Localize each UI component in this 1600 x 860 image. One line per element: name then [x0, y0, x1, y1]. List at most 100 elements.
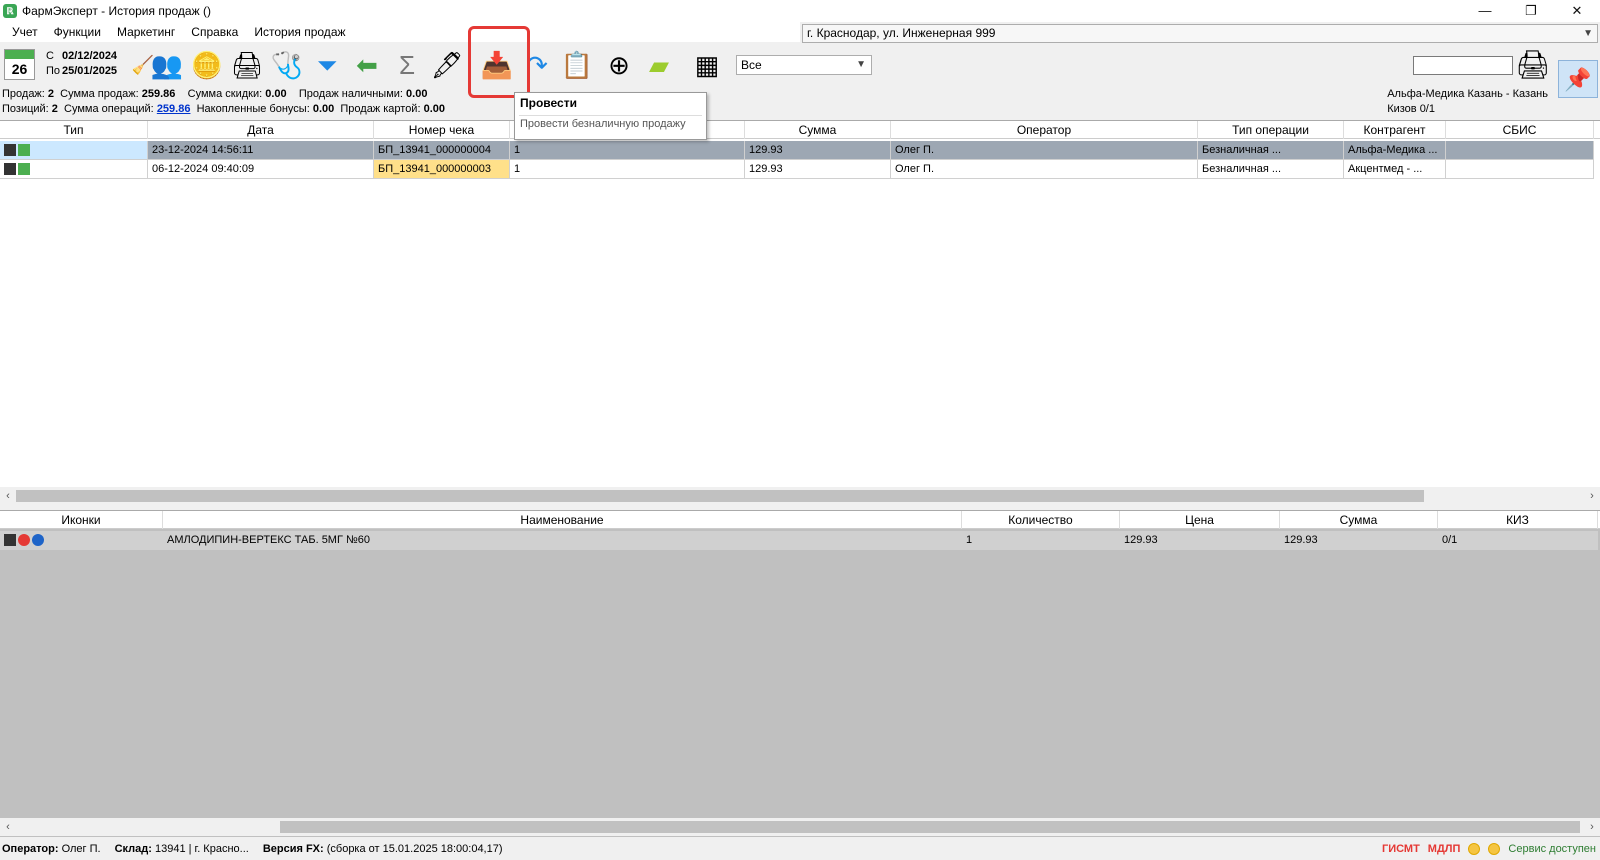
- menu-functions[interactable]: Функции: [46, 25, 109, 39]
- col-sbis[interactable]: СБИС: [1446, 121, 1594, 139]
- qr-code-icon[interactable]: ▦: [690, 48, 724, 82]
- col-receipt[interactable]: Номер чека: [374, 121, 510, 139]
- row-operator: Олег П.: [891, 160, 1198, 179]
- col-operator[interactable]: Оператор: [891, 121, 1198, 139]
- item-kiz: 0/1: [1438, 531, 1598, 550]
- item-sum: 129.93: [1280, 531, 1438, 550]
- calendar-header: [5, 50, 34, 59]
- status-indicator-icon: [1468, 843, 1481, 855]
- add-diagnosis-icon[interactable]: ⊕: [602, 48, 636, 82]
- mode-select[interactable]: Все ▼: [736, 55, 872, 75]
- scroll-right-icon[interactable]: ›: [1584, 818, 1600, 836]
- calendar-button[interactable]: 26: [4, 49, 35, 80]
- minimize-button[interactable]: —: [1462, 0, 1508, 22]
- row-op-type: Безналичная ...: [1198, 160, 1344, 179]
- row-receipt: БП_13941_000000003: [374, 160, 510, 179]
- date-from-label: С: [46, 50, 54, 62]
- stamp-icon[interactable]: 🖋: [430, 48, 464, 82]
- col-sum[interactable]: Сумма: [745, 121, 891, 139]
- menu-marketing[interactable]: Маркетинг: [109, 25, 183, 39]
- partner-info: Альфа-Медика Казань - Казань Кизов 0/1: [1387, 87, 1548, 117]
- scroll-thumb[interactable]: [280, 821, 1580, 833]
- status-bar: Оператор: Олег П. Склад: 13941 | г. Крас…: [0, 838, 1600, 860]
- highlight-frame: [468, 26, 530, 98]
- item-price: 129.93: [1120, 531, 1280, 550]
- gismt-status[interactable]: ГИСМТ: [1382, 838, 1420, 860]
- items-grid-scrollbar[interactable]: ‹ ›: [0, 818, 1600, 836]
- table-row[interactable]: 06-12-2024 09:40:09 БП_13941_000000003 1…: [0, 160, 1600, 179]
- sales-sum-label: Сумма продаж:: [60, 88, 139, 100]
- cash: 0.00: [406, 88, 428, 100]
- row-qty: 1: [510, 160, 745, 179]
- service-status: ГИСМТ МДЛП Сервис доступен: [1382, 838, 1596, 860]
- users-icon[interactable]: 👥: [150, 48, 184, 82]
- qr-code-icon: [4, 163, 16, 176]
- col-op-type[interactable]: Тип операции: [1198, 121, 1344, 139]
- title-bar: ℝ ФармЭксперт - История продаж () — ❐ ✕: [0, 0, 1600, 22]
- items-grid: Иконки Наименование Количество Цена Сумм…: [0, 510, 1600, 837]
- search-input[interactable]: [1413, 56, 1513, 75]
- prescription-icon: [18, 534, 30, 547]
- restore-button[interactable]: ❐: [1508, 0, 1554, 22]
- menu-sales-history[interactable]: История продаж: [246, 25, 353, 39]
- sigma-icon[interactable]: Σ: [390, 48, 424, 82]
- operations-sum-link[interactable]: 259.86: [157, 102, 191, 117]
- service-available: Сервис доступен: [1508, 843, 1596, 855]
- filter-icon[interactable]: ⏷: [310, 48, 344, 82]
- row-sbis: [1446, 141, 1594, 160]
- table-row[interactable]: АМЛОДИПИН-ВЕРТЕКС ТАБ. 5МГ №60 1 129.93 …: [0, 531, 1600, 550]
- operations-label: Сумма операций:: [64, 103, 154, 115]
- back-arrow-icon[interactable]: ⬅: [350, 48, 384, 82]
- operator-name: Олег П.: [61, 843, 101, 855]
- row-sbis: [1446, 160, 1594, 179]
- row-op-type: Безналичная ...: [1198, 141, 1344, 160]
- tooltip: Провести Провести безналичную продажу: [514, 92, 707, 140]
- kiz-count: Кизов 0/1: [1387, 103, 1435, 115]
- sales-grid: Тип Дата Номер чека Сумма Оператор Тип о…: [0, 120, 1600, 505]
- date-range[interactable]: С 02/12/2024 По 25/01/2025: [46, 49, 117, 79]
- row-type-icons: [0, 160, 148, 179]
- store-select[interactable]: г. Краснодар, ул. Инженерная 999 ▼: [802, 24, 1598, 43]
- mdlp-status[interactable]: МДЛП: [1428, 838, 1461, 860]
- menu-help[interactable]: Справка: [183, 25, 246, 39]
- window-title: ФармЭксперт - История продаж (): [22, 4, 211, 18]
- scroll-thumb[interactable]: [16, 490, 1424, 502]
- col-icons[interactable]: Иконки: [0, 511, 163, 529]
- col-quantity[interactable]: Количество: [962, 511, 1120, 529]
- row-sum: 129.93: [745, 141, 891, 160]
- qr-code-icon: [4, 144, 16, 157]
- row-date: 06-12-2024 09:40:09: [148, 160, 374, 179]
- row-qty: 1: [510, 141, 745, 160]
- store-address: г. Краснодар, ул. Инженерная 999: [807, 26, 996, 40]
- scroll-left-icon[interactable]: ‹: [0, 818, 16, 836]
- positions: 2: [51, 103, 58, 115]
- menu-bar: Учет Функции Маркетинг Справка История п…: [0, 22, 800, 42]
- scroll-right-icon[interactable]: ›: [1584, 487, 1600, 505]
- tooltip-description: Провести безналичную продажу: [520, 118, 686, 130]
- col-date[interactable]: Дата: [148, 121, 374, 139]
- window-controls: — ❐ ✕: [1462, 0, 1600, 22]
- coins-icon[interactable]: 🪙: [190, 48, 224, 82]
- discount: 0.00: [265, 88, 287, 100]
- col-counterparty[interactable]: Контрагент: [1344, 121, 1446, 139]
- col-name[interactable]: Наименование: [163, 511, 962, 529]
- scroll-left-icon[interactable]: ‹: [0, 487, 16, 505]
- printer-icon[interactable]: 🖨: [1515, 48, 1551, 82]
- menu-accounting[interactable]: Учет: [4, 25, 46, 39]
- close-button[interactable]: ✕: [1554, 0, 1600, 22]
- warehouse-value: 13941 | г. Красно...: [154, 843, 249, 855]
- sales-grid-scrollbar[interactable]: ‹ ›: [0, 487, 1600, 505]
- cash-register-icon[interactable]: 🖨: [230, 48, 264, 82]
- tooltip-title: Провести: [520, 96, 577, 110]
- col-kiz[interactable]: КИЗ: [1438, 511, 1598, 529]
- report-icon[interactable]: 📋: [560, 48, 594, 82]
- col-price[interactable]: Цена: [1120, 511, 1280, 529]
- row-date: 23-12-2024 14:56:11: [148, 141, 374, 160]
- table-row[interactable]: 23-12-2024 14:56:11 БП_13941_000000004 1…: [0, 141, 1600, 160]
- version-value: (сборка от 15.01.2025 18:00:04,17): [326, 843, 503, 855]
- pin-button[interactable]: 📌: [1558, 60, 1598, 98]
- col-item-sum[interactable]: Сумма: [1280, 511, 1438, 529]
- col-type[interactable]: Тип: [0, 121, 148, 139]
- stethoscope-icon[interactable]: 🩺: [270, 48, 304, 82]
- eraser-icon[interactable]: ▰: [642, 48, 676, 82]
